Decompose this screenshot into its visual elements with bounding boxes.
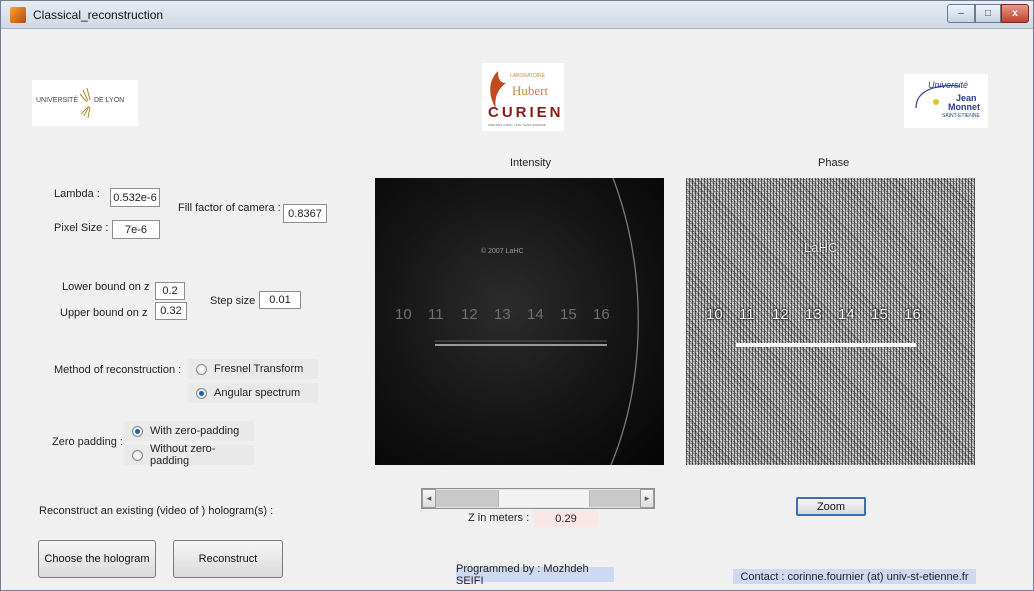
upper-bound-label: Upper bound on z (60, 307, 148, 319)
choose-hologram-button[interactable]: Choose the hologram (38, 540, 156, 578)
contact-text: Contact : corinne.fournier (at) univ-st-… (740, 570, 969, 583)
zoom-button[interactable]: Zoom (796, 497, 866, 516)
pixel-size-label: Pixel Size : (54, 222, 109, 234)
angular-spectrum-radio[interactable]: Angular spectrum (188, 383, 318, 403)
hubert-curien-logo: LABORATOIRE Hubert CURIEN UMR 5516 CNRS … (482, 63, 564, 131)
lambda-label: Lambda : (54, 188, 100, 200)
curien-logo-line3: CURIEN (488, 104, 564, 121)
client-area: UNIVERSITÉ DE LYON LABORATOIRE Hubert CU… (10, 30, 1026, 588)
lower-bound-input[interactable]: 0.2 (155, 282, 185, 300)
ruler-number: 12 (461, 306, 478, 323)
ruler-number: 14 (527, 306, 544, 323)
z-label: Z in meters : (468, 512, 530, 524)
z-value-display: 0.29 (534, 510, 598, 527)
maximize-button[interactable]: □ (975, 4, 1001, 23)
ruler-number: 11 (428, 306, 444, 323)
curien-logo-line4: UMR 5516 CNRS • UNIV. SAINT ETIENNE (488, 123, 546, 127)
matlab-icon (10, 7, 26, 23)
method-label: Method of reconstruction : (54, 364, 182, 376)
with-zero-padding-radio-label: With zero-padding (150, 425, 240, 437)
ruler-number: 10 (706, 306, 723, 323)
lower-bound-label: Lower bound on z (62, 281, 150, 293)
programmed-by-text: Programmed by : Mozhdeh SEIFI (456, 562, 589, 587)
zero-padding-label: Zero padding : (52, 436, 123, 448)
ruler-number: 13 (805, 306, 822, 323)
fresnel-radio-indicator[interactable] (196, 363, 207, 375)
ruler-number: 11 (739, 306, 755, 323)
step-size-label: Step size : (210, 295, 262, 307)
universite-jean-monnet-logo: Université Jean Monnet SAINT-ETIENNE (904, 74, 988, 128)
angular-spectrum-radio-indicator[interactable] (196, 387, 207, 399)
application-window: Classical_reconstruction – □ x UNIVERSIT… (0, 0, 1034, 591)
pixel-size-input[interactable]: 7e-6 (112, 220, 160, 239)
upper-bound-input[interactable]: 0.32 (155, 302, 187, 320)
with-zero-padding-radio-indicator[interactable] (132, 425, 143, 437)
ruler-number: 10 (395, 306, 412, 323)
without-zero-padding-radio-label: Without zero-padding (150, 443, 216, 467)
intensity-copyright-text: © 2007 LaHC (481, 248, 524, 255)
curien-logo-line1: LABORATOIRE (510, 73, 546, 79)
lyon-logo-text-right: DE LYON (94, 97, 125, 104)
monnet-logo-line4: SAINT-ETIENNE (942, 113, 980, 119)
phase-ruler-numbers: 10 11 12 13 14 15 16 (706, 306, 946, 328)
reconstruct-button[interactable]: Reconstruct (173, 540, 283, 578)
without-zero-padding-radio[interactable]: Without zero-padding (124, 443, 254, 467)
ruler-number: 13 (494, 306, 511, 323)
intensity-image: © 2007 LaHC 10 11 12 13 14 15 16 (375, 178, 664, 465)
window-title: Classical_reconstruction (33, 8, 164, 22)
ruler-number: 16 (593, 306, 610, 323)
angular-spectrum-radio-label: Angular spectrum (214, 387, 301, 399)
minimize-button[interactable]: – (947, 4, 975, 23)
step-size-input[interactable]: 0.01 (259, 291, 301, 309)
fill-factor-input[interactable]: 0.8367 (283, 204, 327, 223)
phase-overlay-text: LaHC (804, 240, 838, 255)
phase-title: Phase (818, 157, 850, 169)
ruler-number: 14 (838, 306, 855, 323)
z-slider[interactable]: ◂ ▸ (421, 488, 655, 509)
close-button[interactable]: x (1001, 4, 1029, 23)
ruler-number: 15 (560, 306, 577, 323)
fresnel-radio-label: Fresnel Transform (214, 363, 304, 375)
intensity-title: Intensity (510, 157, 551, 169)
monnet-logo-line1: Université (928, 80, 969, 90)
monnet-logo-line3: Monnet (948, 102, 980, 112)
ruler-number: 16 (904, 306, 921, 323)
with-zero-padding-radio[interactable]: With zero-padding (124, 421, 254, 441)
slider-right-arrow[interactable]: ▸ (640, 489, 654, 508)
ruler-number: 12 (772, 306, 789, 323)
slider-left-arrow[interactable]: ◂ (422, 489, 436, 508)
lyon-logo-text-left: UNIVERSITÉ (36, 97, 79, 104)
phase-image: LaHC 10 11 12 13 14 15 16 (686, 178, 975, 465)
reconstruct-instruction: Reconstruct an existing (video of ) holo… (39, 505, 274, 517)
lambda-input[interactable]: 0.532e-6 (110, 188, 160, 207)
programmed-by-label: Programmed by : Mozhdeh SEIFI (456, 563, 614, 587)
slider-thumb[interactable] (497, 490, 590, 507)
intensity-ruler-numbers: 10 11 12 13 14 15 16 (395, 306, 635, 328)
title-bar[interactable]: Classical_reconstruction – □ x (1, 1, 1033, 29)
universite-de-lyon-logo: UNIVERSITÉ DE LYON (32, 80, 138, 126)
ruler-number: 15 (871, 306, 888, 323)
curien-logo-line2: Hubert (512, 83, 549, 98)
without-zero-padding-radio-indicator[interactable] (132, 449, 143, 461)
fresnel-radio[interactable]: Fresnel Transform (188, 359, 318, 379)
phase-ruler-bar (736, 343, 916, 347)
fill-factor-label: Fill factor of camera : (178, 202, 281, 214)
contact-label: Contact : corinne.fournier (at) univ-st-… (733, 569, 976, 584)
z-value: 0.29 (555, 512, 577, 525)
